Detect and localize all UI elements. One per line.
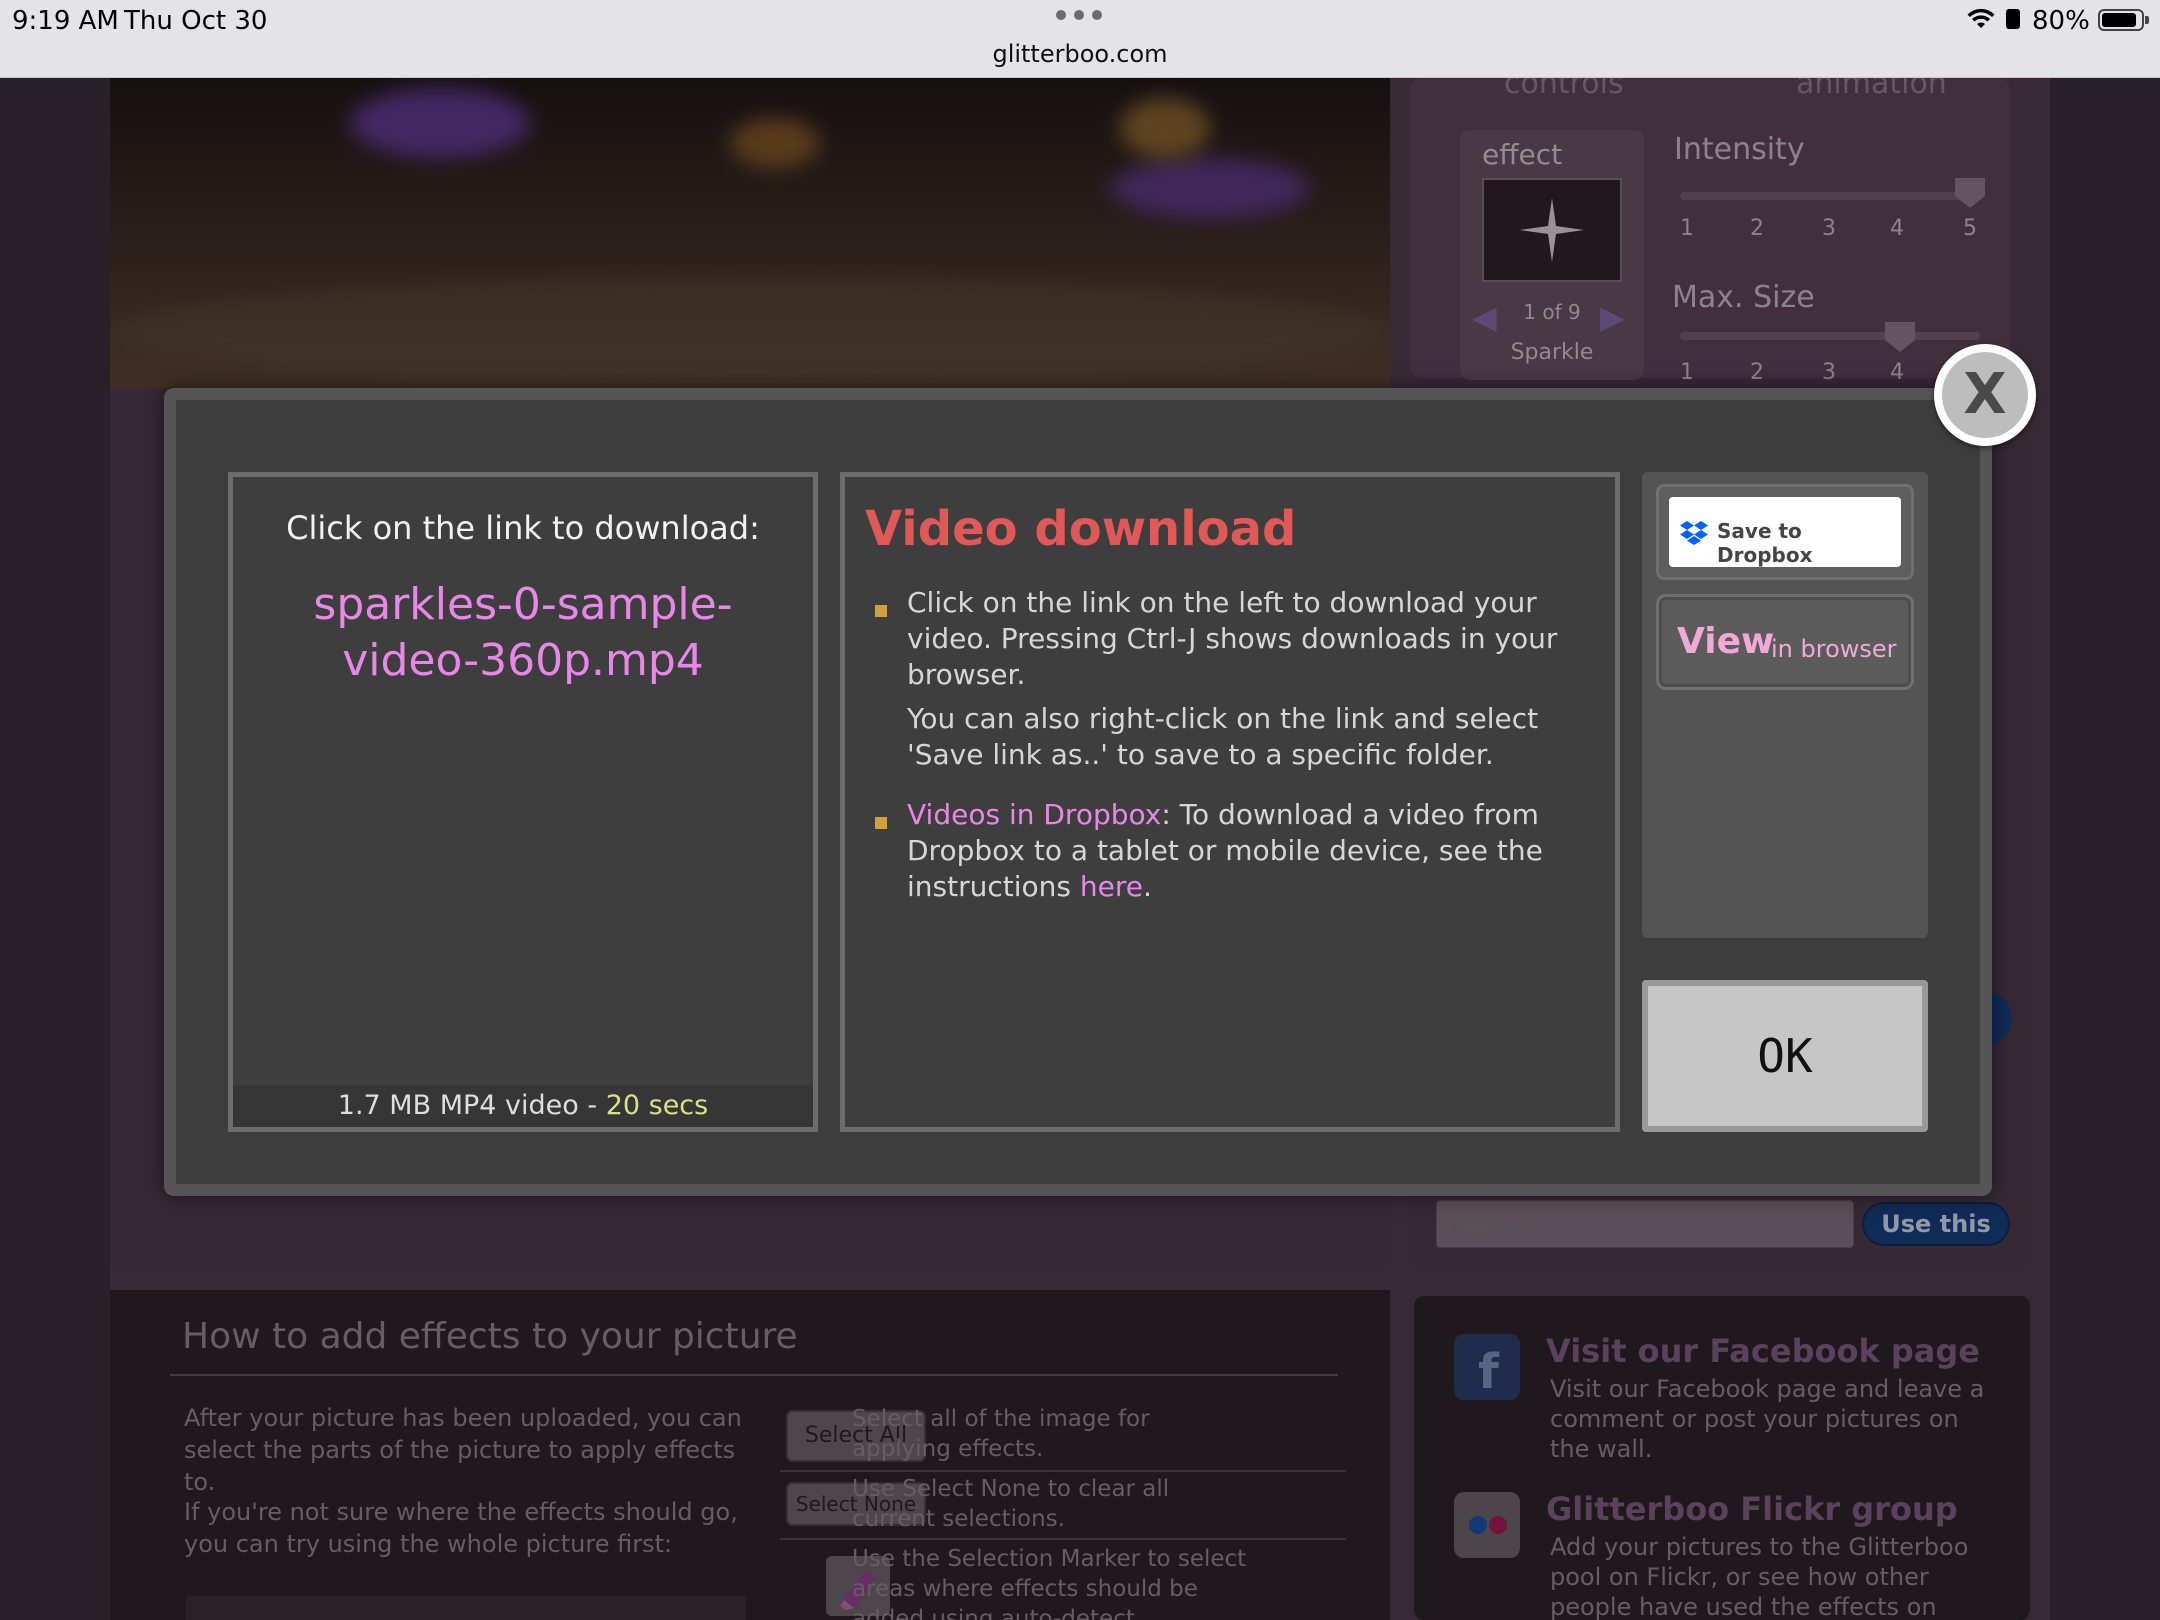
ios-status-bar: 9:19 AM Thu Oct 30 glitterboo.com 80%	[0, 0, 2160, 78]
status-date: Thu Oct 30	[124, 6, 268, 36]
view-label: View	[1677, 621, 1775, 662]
dropbox-icon	[1680, 521, 1708, 545]
battery-icon	[2098, 9, 2149, 31]
battery-percent: 80%	[2032, 6, 2090, 36]
download-prompt: Click on the link to download:	[286, 509, 760, 547]
address-bar[interactable]: glitterboo.com	[0, 40, 2160, 68]
file-info: 1.7 MB MP4 video - 20 secs	[233, 1085, 813, 1127]
save-to-dropbox-button[interactable]: Save to Dropbox	[1656, 484, 1914, 580]
orientation-lock-icon	[2006, 9, 2020, 29]
close-icon: X	[1942, 352, 2028, 438]
dropbox-button-label: Save to Dropbox	[1717, 519, 1813, 567]
close-button[interactable]: X	[1934, 344, 2036, 446]
video-download-link[interactable]: sparkles-0-sample-video-360p.mp4	[253, 577, 793, 689]
bullet-icon	[875, 605, 887, 617]
dialog-title: Video download	[865, 501, 1297, 557]
file-size-type: 1.7 MB MP4 video -	[337, 1090, 606, 1121]
info-panel: Video download Click on the link on the …	[840, 472, 1620, 1132]
download-panel: Click on the link to download: sparkles-…	[228, 472, 818, 1132]
multitasking-dots-icon[interactable]	[1056, 10, 1104, 22]
dropbox-instructions: Videos in Dropbox: To download a video f…	[907, 798, 1543, 903]
here-link[interactable]: here	[1080, 870, 1143, 903]
status-time: 9:19 AM	[12, 6, 119, 36]
video-duration: 20 secs	[605, 1090, 709, 1121]
wifi-icon	[1967, 8, 1995, 28]
view-in-browser-button[interactable]: View in browser	[1656, 594, 1914, 690]
instructions-paragraph-1: Click on the link on the left to downloa…	[907, 586, 1558, 691]
bullet-icon	[875, 817, 887, 829]
in-browser-label: in browser	[1771, 635, 1897, 663]
ok-button[interactable]: OK	[1642, 980, 1928, 1132]
instructions-paragraph-2: You can also right-click on the link and…	[907, 702, 1539, 771]
videos-in-dropbox-link[interactable]: Videos in Dropbox	[907, 798, 1161, 831]
